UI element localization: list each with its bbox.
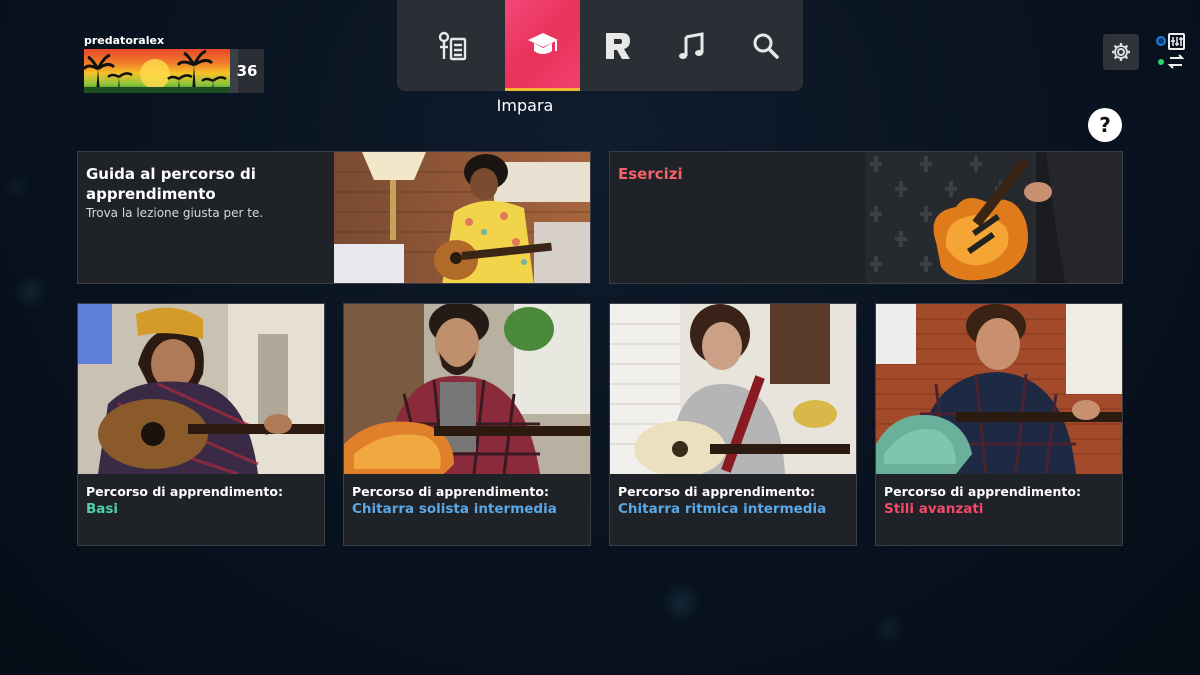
lesson-path-title: Chitarra solista intermedia [352,501,557,517]
exercises-title: Esercizi [618,165,683,183]
nav-learn[interactable] [505,0,580,91]
settings-button[interactable] [1103,34,1139,70]
nav-search[interactable] [729,0,803,91]
lesson-caption: Percorso di apprendimento: [352,484,549,499]
level-number: 36 [236,62,258,80]
nav-rocksmith[interactable] [580,0,654,91]
graduation-cap-icon [527,33,558,54]
lesson-card-advanced[interactable]: Percorso di apprendimento: Stili avanzat… [875,303,1123,546]
lesson-caption: Percorso di apprendimento: [618,484,815,499]
lesson-path-title: Basi [86,501,119,517]
search-icon [753,33,779,59]
r-logo-icon [606,32,631,59]
lesson-photo-rhythm [610,304,856,474]
learning-path-guide-card[interactable]: Guida al percorso di apprendimento Trova… [77,151,591,284]
lesson-photo-advanced [876,304,1122,474]
gear-icon [1112,43,1130,61]
nav-music[interactable] [654,0,728,91]
guide-photo [334,152,590,283]
profile-banner [84,49,230,93]
guide-subtitle: Trova la lezione giusta per te. [86,206,264,220]
status-dot-green [1158,59,1164,65]
profile[interactable]: predatoralex 36 [84,34,264,93]
username: predatoralex [84,34,165,47]
exercises-photo [866,152,1122,283]
lesson-card-basics[interactable]: Percorso di apprendimento: Basi [77,303,325,546]
exercises-card[interactable]: Esercizi [609,151,1123,284]
lesson-card-rhythm[interactable]: Percorso di apprendimento: Chitarra ritm… [609,303,857,546]
active-nav-label: Impara [496,96,554,115]
guide-title: Guida al percorso di apprendimento [86,165,256,203]
lesson-photo-lead [344,304,590,474]
connection-status [1155,33,1191,69]
top-nav [397,0,803,91]
music-note-icon [679,31,704,59]
lesson-path-title: Chitarra ritmica intermedia [618,501,827,517]
song-library-icon [439,31,467,60]
lesson-photo-basics [78,304,324,474]
lesson-caption: Percorso di apprendimento: [86,484,283,499]
nav-song-library[interactable] [415,0,489,91]
level-badge: 36 [230,49,264,93]
lesson-card-lead[interactable]: Percorso di apprendimento: Chitarra soli… [343,303,591,546]
help-button[interactable]: ? [1088,108,1122,142]
lesson-path-title: Stili avanzati [884,501,984,517]
lesson-caption: Percorso di apprendimento: [884,484,1081,499]
